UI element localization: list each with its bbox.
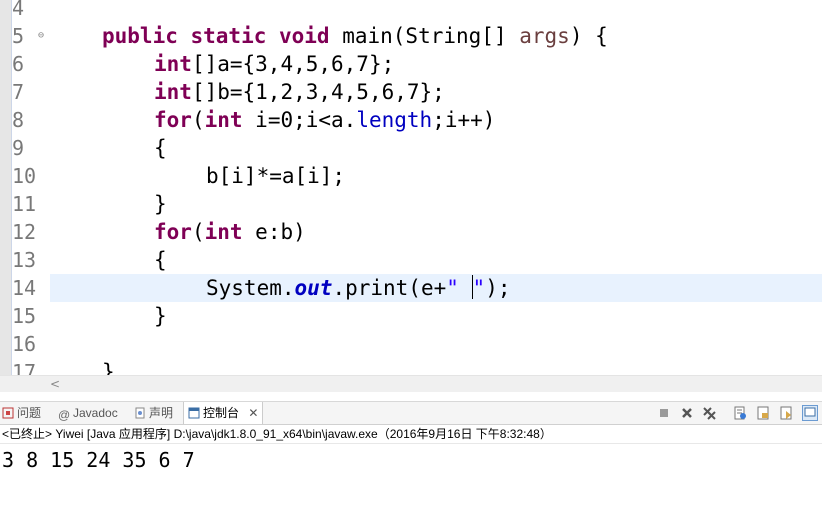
horizontal-scrollbar[interactable]: < [0,375,822,393]
line-number: 11 [12,192,37,216]
line-number: 13 [12,248,37,272]
code-line: 15 } [12,304,167,328]
line-number: 8 [12,108,25,132]
line-number: 12 [12,220,37,244]
line-number: 4 [12,0,25,20]
at-icon: @ [58,408,71,422]
line-number: 9 [12,136,25,160]
tab-problems[interactable]: 问题 [2,402,41,424]
clear-console-icon[interactable] [733,406,747,420]
scroll-lock-icon[interactable] [756,406,770,420]
code-line: 11 } [12,192,167,216]
display-console-icon[interactable] [802,405,818,421]
line-number: 17 [12,360,37,375]
declaration-icon [135,407,145,419]
line-number: 7 [12,80,25,104]
remove-launch-icon[interactable] [680,406,694,420]
problems-icon [2,407,14,419]
close-icon[interactable]: ✕ [248,406,258,420]
code-line: 9 { [12,136,167,160]
code-line: 14 System.out.print(e+" "); [12,275,511,300]
remove-all-launches-icon[interactable] [702,406,716,420]
line-number: 10 [12,164,37,188]
console-output[interactable]: 3 8 15 24 35 6 7 [2,447,195,473]
stop-icon[interactable] [657,406,671,420]
scroll-left-icon[interactable]: < [50,377,60,391]
word-wrap-icon[interactable] [779,406,793,420]
code-line: 4 [0,0,822,22]
tab-declaration[interactable]: 声明 [134,402,173,424]
line-number: 15 [12,304,37,328]
line-number: 6 [12,52,25,76]
code-line: 6 int[]a={3,4,5,6,7}; [12,52,395,76]
code-line: 5 ⊖ public static void main(String[] arg… [12,24,608,48]
console-tab-bar: 问题 @ Javadoc 声明 控制台 ✕ [0,401,822,425]
tab-console[interactable]: 控制台 ✕ [183,402,264,424]
console-status-line: <已终止> Yiwei [Java 应用程序] D:\java\jdk1.8.0… [2,427,552,441]
code-line: 16 [0,330,822,358]
code-line: 13 { [12,248,167,272]
code-line: 7 int[]b={1,2,3,4,5,6,7}; [12,80,445,104]
code-editor[interactable]: 4 5 ⊖ public static void main(String[] a… [0,0,822,375]
code-line: 12 for(int e:b) [12,220,306,244]
code-line: 17 } [0,358,822,375]
fold-toggle-icon[interactable]: ⊖ [38,31,44,41]
line-number: 14 [12,276,37,300]
code-line: 8 for(int i=0;i<a.length;i++) [12,108,496,132]
tab-javadoc[interactable]: @ Javadoc [58,402,118,424]
console-icon [188,407,200,419]
code-line: 10 b[i]*=a[i]; [12,164,346,188]
line-number: 16 [12,332,37,356]
